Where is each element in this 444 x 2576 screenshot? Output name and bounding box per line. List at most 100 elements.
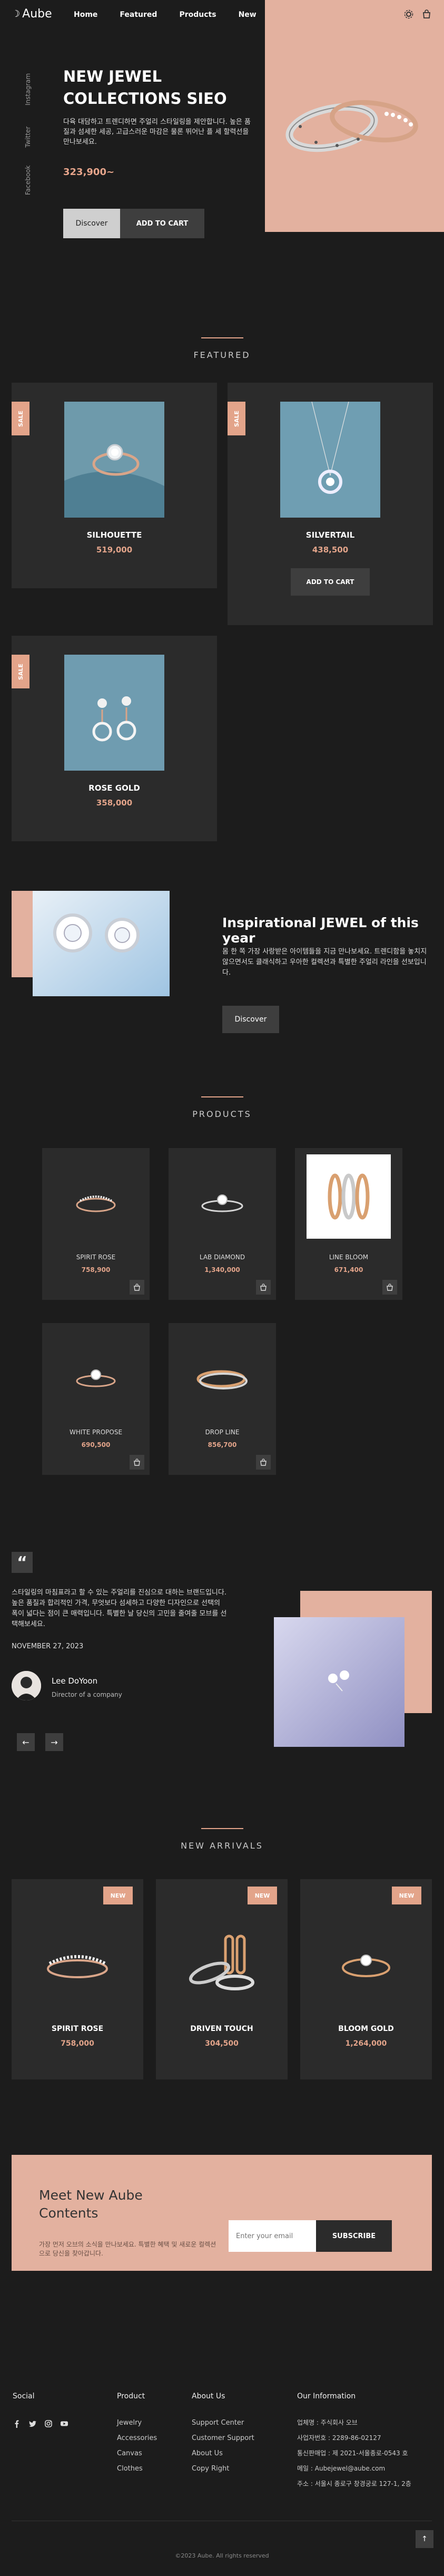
- main-nav: Home Featured Products New: [74, 11, 279, 19]
- product-price: 856,700: [208, 1441, 237, 1449]
- featured-card[interactable]: SALE SILHOUETTE 519,000: [12, 383, 217, 588]
- arrival-card[interactable]: NEW SPIRIT ROSE 758,000: [12, 1879, 143, 2079]
- discover-button[interactable]: Discover: [63, 209, 120, 238]
- email-field[interactable]: [229, 2220, 316, 2252]
- hero-price: 323,900~: [63, 167, 115, 178]
- hero-rings-image: [274, 69, 435, 179]
- product-card[interactable]: LINE BLOOM 671,400: [295, 1148, 402, 1300]
- footer-company-info: 업체명 : 주식회사 오브 사업자번호 : 2289-86-02127 통신판매…: [297, 2415, 439, 2492]
- cart-icon[interactable]: [422, 9, 431, 19]
- product-price: 438,500: [312, 545, 349, 555]
- info-line: 통신판매업 : 제 2021-서울종로-0543 호: [297, 2449, 408, 2457]
- nav-featured[interactable]: Featured: [120, 11, 157, 19]
- footer-link[interactable]: Accessories: [117, 2431, 157, 2446]
- facebook-icon[interactable]: [13, 2419, 21, 2428]
- info-line: 업체명 : 주식회사 오브: [297, 2419, 358, 2426]
- new-badge: NEW: [392, 1887, 421, 1904]
- featured-heading-text: FEATURED: [193, 350, 251, 360]
- footer-link[interactable]: Support Center: [192, 2415, 254, 2431]
- product-name: DRIVEN TOUCH: [190, 2025, 253, 2033]
- shopping-bag-icon[interactable]: [130, 1280, 144, 1295]
- twitter-icon[interactable]: [28, 2419, 37, 2428]
- inspirational-description: 몸 한 쪽 가장 사랑받은 아이템들을 지금 만나보세요. 트렌디함을 놓치지 …: [222, 948, 427, 977]
- sale-badge: SALE: [12, 655, 29, 688]
- footer-link[interactable]: Jewelry: [117, 2415, 157, 2431]
- product-name: WHITE PROPOSE: [69, 1428, 123, 1436]
- product-name: SPIRIT ROSE: [51, 2025, 104, 2033]
- sale-badge: SALE: [12, 402, 29, 435]
- product-card[interactable]: DROP LINE 856,700: [169, 1323, 276, 1475]
- social-instagram[interactable]: Instagram: [24, 73, 32, 105]
- footer-social-heading: Social: [13, 2392, 35, 2400]
- shopping-bag-icon[interactable]: [256, 1455, 271, 1470]
- nav-home[interactable]: Home: [74, 11, 97, 19]
- add-to-cart-button[interactable]: ADD TO CART: [291, 568, 370, 596]
- footer-social-icons: [13, 2419, 68, 2428]
- hero-description: 다육 대담하고 트렌디하면 주얼리 스타일링을 제안합니다. 높은 품질과 섬세…: [63, 118, 251, 146]
- featured-card[interactable]: SALE SILVERTAIL 438,500 ADD TO CART: [228, 383, 433, 625]
- subscribe-button[interactable]: SUBSCRIBE: [316, 2220, 392, 2252]
- arrival-card[interactable]: NEW DRIVEN TOUCH 304,500: [156, 1879, 288, 2079]
- footer-link[interactable]: About Us: [192, 2446, 254, 2461]
- logo-mark-icon: ☽: [12, 8, 21, 20]
- divider: [201, 1828, 243, 1829]
- product-image: [52, 1334, 140, 1422]
- footer-link[interactable]: Clothes: [117, 2461, 157, 2476]
- discover-button[interactable]: Discover: [222, 1006, 279, 1033]
- footer-link[interactable]: Copy Right: [192, 2461, 254, 2476]
- shopping-bag-icon[interactable]: [130, 1455, 144, 1470]
- testimonial-role: Director of a company: [52, 1691, 122, 1698]
- social-facebook[interactable]: Facebook: [24, 166, 32, 195]
- settings-icon[interactable]: [404, 9, 413, 19]
- footer-link[interactable]: Customer Support: [192, 2431, 254, 2446]
- product-image: [307, 1154, 391, 1239]
- sale-badge-text: SALE: [17, 663, 24, 680]
- prev-arrow-icon[interactable]: ←: [17, 1733, 35, 1751]
- social-twitter[interactable]: Twitter: [24, 127, 32, 148]
- product-card[interactable]: LAB DIAMOND 1,340,000: [169, 1148, 276, 1300]
- product-name: ROSE GOLD: [88, 783, 140, 793]
- info-line: 사업자번호 : 2289-86-02127: [297, 2434, 381, 2442]
- newsletter-title: Meet New Aube Contents: [39, 2188, 143, 2221]
- product-price: 690,500: [81, 1441, 111, 1449]
- product-price: 519,000: [96, 545, 133, 555]
- product-card[interactable]: SPIRIT ROSE 758,900: [42, 1148, 150, 1300]
- shopping-bag-icon[interactable]: [382, 1280, 397, 1295]
- featured-card[interactable]: SALE ROSE GOLD 358,000: [12, 636, 217, 841]
- product-name: LINE BLOOM: [329, 1253, 369, 1261]
- scroll-to-top-button[interactable]: ↑: [416, 2530, 433, 2548]
- products-heading: PRODUCTS: [0, 1096, 444, 1119]
- divider: [201, 1096, 243, 1097]
- avatar: [12, 1671, 41, 1700]
- product-card[interactable]: WHITE PROPOSE 690,500: [42, 1323, 150, 1475]
- youtube-icon[interactable]: [60, 2419, 68, 2428]
- new-arrivals-heading: NEW ARRIVALS: [0, 1828, 444, 1851]
- divider: [201, 337, 243, 338]
- inspirational-image: [33, 891, 170, 996]
- new-arrivals-heading-text: NEW ARRIVALS: [181, 1841, 263, 1851]
- product-name: LAB DIAMOND: [199, 1253, 245, 1261]
- add-to-cart-button[interactable]: ADD TO CART: [120, 209, 204, 238]
- footer-link[interactable]: Canvas: [117, 2446, 157, 2461]
- shopping-bag-icon[interactable]: [256, 1280, 271, 1295]
- testimonial-text: 스타일링의 마침표라고 할 수 있는 주얼리를 진심으로 대하는 브랜드입니다.…: [12, 1589, 227, 1628]
- hero-buttons: Discover ADD TO CART: [63, 209, 204, 238]
- logo-text: Aube: [22, 7, 52, 21]
- hero-title: NEW JEWEL COLLECTIONS SIEO: [63, 67, 227, 108]
- nav-products[interactable]: Products: [179, 11, 216, 19]
- featured-heading: FEATURED: [0, 337, 444, 360]
- logo[interactable]: ☽ Aube: [12, 7, 52, 21]
- testimonial-name: Lee DoYoon: [52, 1676, 98, 1686]
- product-price: 758,900: [81, 1266, 111, 1274]
- quote-icon: “: [12, 1552, 33, 1573]
- product-image: [64, 402, 164, 518]
- product-name: SILVERTAIL: [305, 530, 355, 540]
- new-badge: NEW: [248, 1887, 277, 1904]
- product-price: 304,500: [205, 2039, 239, 2048]
- footer-product-heading: Product: [117, 2392, 145, 2400]
- product-name: SILHOUETTE: [86, 530, 142, 540]
- nav-new[interactable]: New: [239, 11, 256, 19]
- arrival-card[interactable]: NEW BLOOM GOLD 1,264,000: [300, 1879, 432, 2079]
- next-arrow-icon[interactable]: →: [45, 1733, 63, 1751]
- instagram-icon[interactable]: [44, 2419, 53, 2428]
